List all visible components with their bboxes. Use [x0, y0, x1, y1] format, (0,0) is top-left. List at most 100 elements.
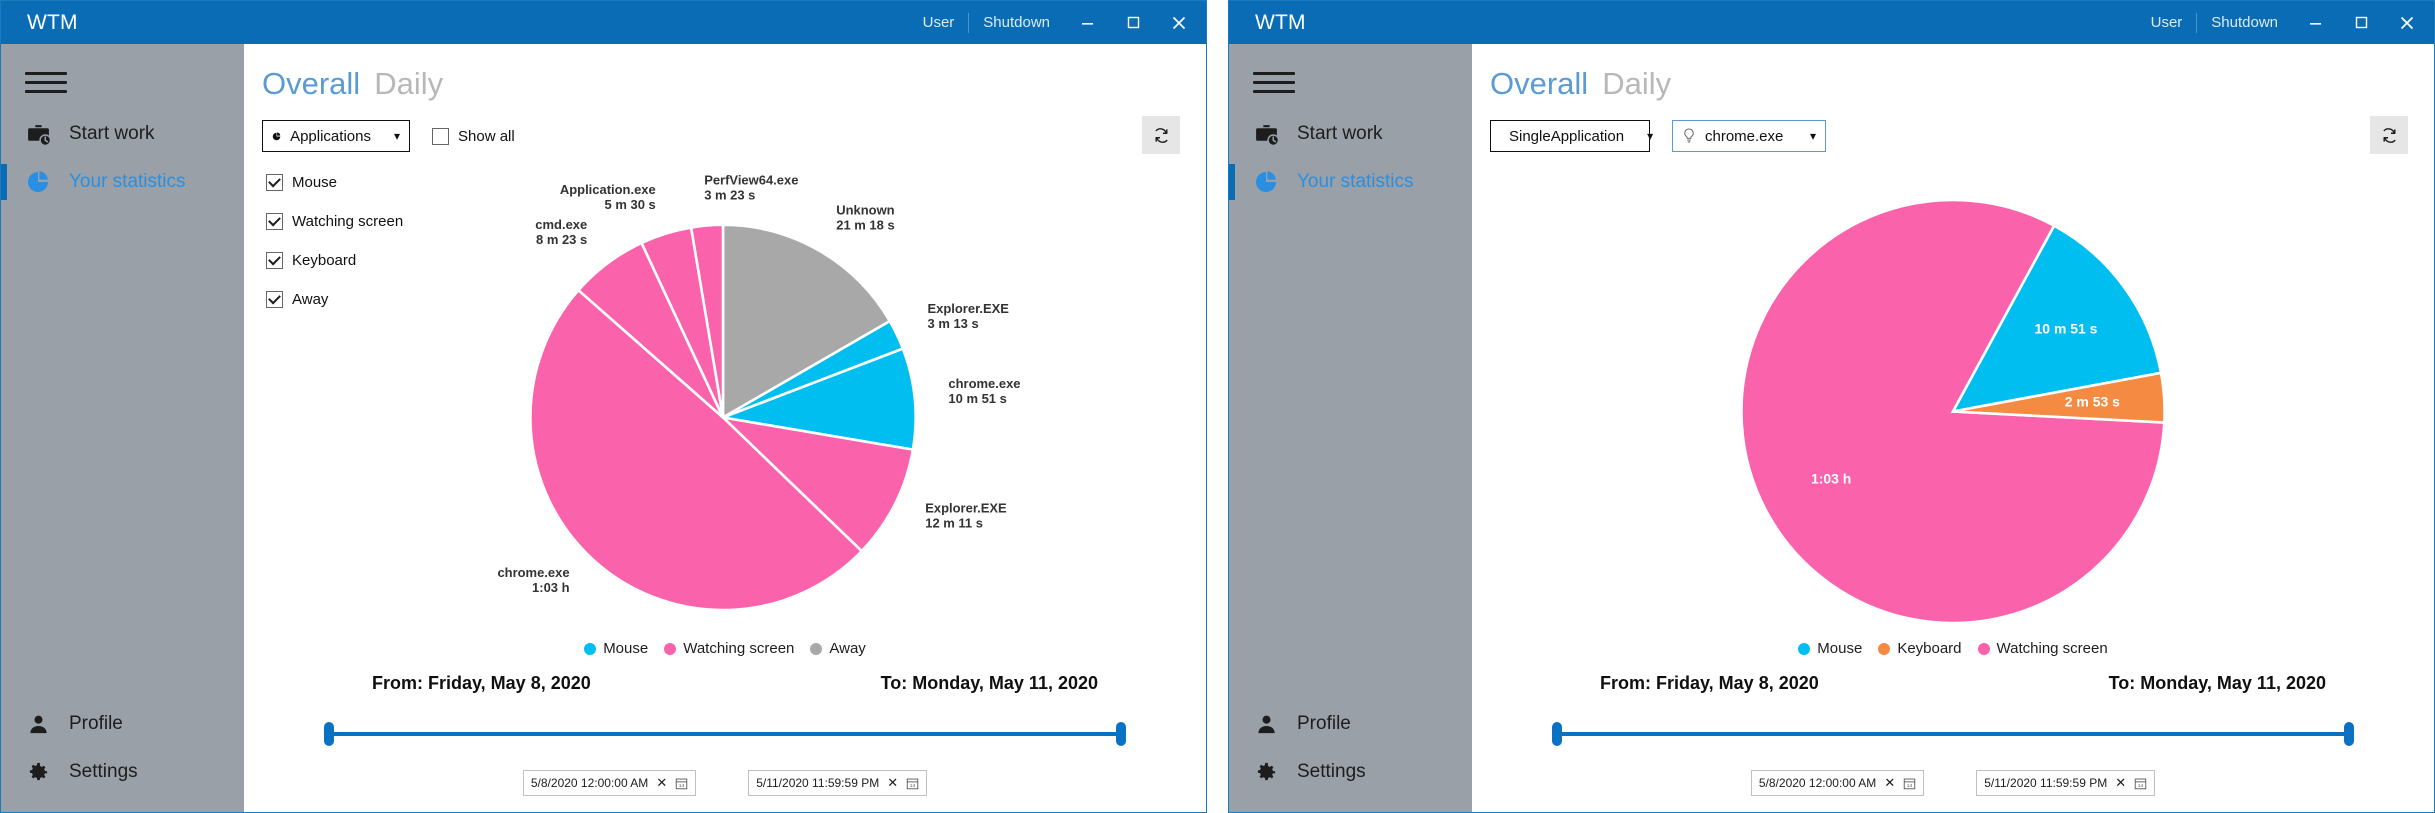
application-select[interactable]: chrome.exe ▾: [1672, 120, 1826, 152]
chart-legend: Mouse Keyboard Watching screen: [1472, 640, 2434, 657]
calendar-icon[interactable]: 14: [675, 777, 688, 790]
tab-overall[interactable]: Overall: [1490, 66, 1588, 102]
refresh-button[interactable]: [1142, 116, 1180, 154]
refresh-button[interactable]: [2370, 116, 2408, 154]
calendar-icon[interactable]: 14: [2134, 777, 2147, 790]
pie-slice-value: 1:03 h: [1811, 471, 1851, 487]
svg-text:14: 14: [1907, 783, 1913, 789]
close-button[interactable]: [2384, 1, 2430, 44]
close-icon[interactable]: ✕: [656, 775, 667, 791]
hamburger-icon[interactable]: [15, 54, 77, 110]
pie-slice-label: chrome.exe: [948, 376, 1020, 391]
window-title: WTM: [1255, 10, 1306, 34]
sidebar-item-profile[interactable]: Profile: [1, 700, 244, 748]
sidebar-item-start-work[interactable]: Start work: [1, 110, 244, 158]
range-labels: From: Friday, May 8, 2020 To: Monday, Ma…: [262, 667, 1188, 694]
calendar-icon[interactable]: 14: [1903, 777, 1916, 790]
legend-label: Mouse: [1817, 640, 1863, 657]
pie-slice-value: 3 m 23 s: [704, 188, 755, 203]
sidebar-item-label: Your statistics: [69, 171, 186, 192]
sidebar-item-settings[interactable]: Settings: [1229, 748, 1472, 796]
user-menu[interactable]: User: [2137, 1, 2197, 44]
slider-thumb-end[interactable]: [2344, 722, 2354, 746]
close-icon[interactable]: ✕: [887, 775, 898, 791]
legend-color-swatch: [1798, 642, 1811, 655]
pie-slices[interactable]: [529, 223, 917, 612]
page-title: Overall Daily: [1472, 44, 2434, 102]
minimize-button[interactable]: [1064, 1, 1110, 44]
date-range-slider[interactable]: [324, 716, 1126, 752]
pie-slice-label: Application.exe: [560, 182, 656, 197]
hamburger-icon[interactable]: [1243, 54, 1305, 110]
toolbar-left: Applications ▾ Show all: [244, 102, 1206, 154]
visualization-select[interactable]: Applications ▾: [262, 120, 410, 152]
date-to-value: 5/11/2020 11:59:59 PM: [1984, 776, 2108, 790]
show-all-checkbox[interactable]: Show all: [432, 127, 515, 145]
range-labels: From: Friday, May 8, 2020 To: Monday, Ma…: [1490, 667, 2416, 694]
slider-thumb-start[interactable]: [1552, 722, 1562, 746]
pie-slice-label: Explorer.EXE: [928, 301, 1010, 316]
date-range-slider[interactable]: [1552, 716, 2354, 752]
sidebar-item-your-statistics[interactable]: Your statistics: [1229, 158, 1472, 206]
pie-chart-icon: [272, 131, 281, 140]
pie-slice-value: 8 m 23 s: [536, 232, 587, 247]
sidebar-item-label: Profile: [69, 713, 123, 734]
sidebar-item-start-work[interactable]: Start work: [1229, 110, 1472, 158]
visualization-select[interactable]: SingleApplication ▾: [1490, 120, 1653, 152]
briefcase-clock-icon: [25, 121, 51, 147]
legend-item[interactable]: Away: [810, 640, 866, 657]
maximize-icon: [2355, 16, 2367, 29]
sidebar-item-label: Start work: [69, 123, 155, 144]
date-to-field[interactable]: 5/11/2020 11:59:59 PM ✕ 14: [748, 770, 928, 796]
content-right: Overall Daily SingleApplication ▾ chrome…: [1472, 44, 2434, 812]
date-from-field[interactable]: 5/8/2020 12:00:00 AM ✕ 14: [522, 770, 697, 796]
application-select-value: chrome.exe: [1705, 127, 1784, 145]
pie-slices[interactable]: [1740, 198, 2166, 625]
date-from-value: 5/8/2020 12:00:00 AM: [1758, 776, 1877, 790]
window-body: Start work Your statistics Profile Setti…: [1, 44, 1206, 812]
sidebar: Start work Your statistics Profile Setti…: [1, 44, 244, 812]
chevron-down-icon: ▾: [393, 129, 400, 143]
sidebar-item-profile[interactable]: Profile: [1229, 700, 1472, 748]
legend-item[interactable]: Mouse: [584, 640, 648, 657]
close-icon[interactable]: ✕: [1884, 775, 1895, 791]
legend-color-swatch: [1977, 642, 1990, 655]
sidebar-item-label: Your statistics: [1297, 171, 1414, 192]
legend-item[interactable]: Keyboard: [1878, 640, 1962, 657]
sidebar-item-your-statistics[interactable]: Your statistics: [1, 158, 244, 206]
tab-daily[interactable]: Daily: [1602, 66, 1671, 102]
sidebar-item-settings[interactable]: Settings: [1, 748, 244, 796]
shutdown-button[interactable]: Shutdown: [2197, 1, 2292, 44]
calendar-icon[interactable]: 14: [906, 777, 919, 790]
legend-item[interactable]: Watching screen: [1977, 640, 2108, 657]
chart-legend: Mouse Watching screen Away: [244, 640, 1206, 657]
pie-slice-value: 12 m 11 s: [925, 515, 983, 530]
date-to-field[interactable]: 5/11/2020 11:59:59 PM ✕ 14: [1976, 770, 2156, 796]
slider-thumb-start[interactable]: [324, 722, 334, 746]
date-inputs: 5/8/2020 12:00:00 AM ✕ 14 5/11/2020 11:5…: [262, 770, 1188, 796]
close-icon: [1172, 16, 1186, 29]
date-from-field[interactable]: 5/8/2020 12:00:00 AM ✕ 14: [1750, 770, 1925, 796]
pie-chart-svg: 1:03 h 10 m 51 s 2 m 53 s: [1740, 198, 2166, 625]
maximize-button[interactable]: [2338, 1, 2384, 44]
legend-item[interactable]: Watching screen: [664, 640, 794, 657]
shutdown-button[interactable]: Shutdown: [969, 1, 1064, 44]
close-button[interactable]: [1156, 1, 1202, 44]
slider-thumb-end[interactable]: [1116, 722, 1126, 746]
legend-item[interactable]: Mouse: [1798, 640, 1862, 657]
minimize-button[interactable]: [2292, 1, 2338, 44]
title-bar: WTM User Shutdown: [1, 1, 1206, 44]
visualization-select-value: Applications: [290, 127, 371, 145]
window-left: WTM User Shutdown Start work Your statis…: [0, 0, 1207, 813]
maximize-button[interactable]: [1110, 1, 1156, 44]
tab-daily[interactable]: Daily: [374, 66, 443, 102]
legend-label: Watching screen: [1996, 640, 2108, 657]
pie-slice-label: Explorer.EXE: [925, 501, 1007, 516]
chevron-down-icon: ▾: [1809, 129, 1816, 143]
range-to-label: To: Monday, May 11, 2020: [880, 673, 1098, 693]
legend-label: Watching screen: [683, 640, 795, 657]
close-icon[interactable]: ✕: [2115, 775, 2126, 791]
user-menu[interactable]: User: [909, 1, 969, 44]
tab-overall[interactable]: Overall: [262, 66, 360, 102]
